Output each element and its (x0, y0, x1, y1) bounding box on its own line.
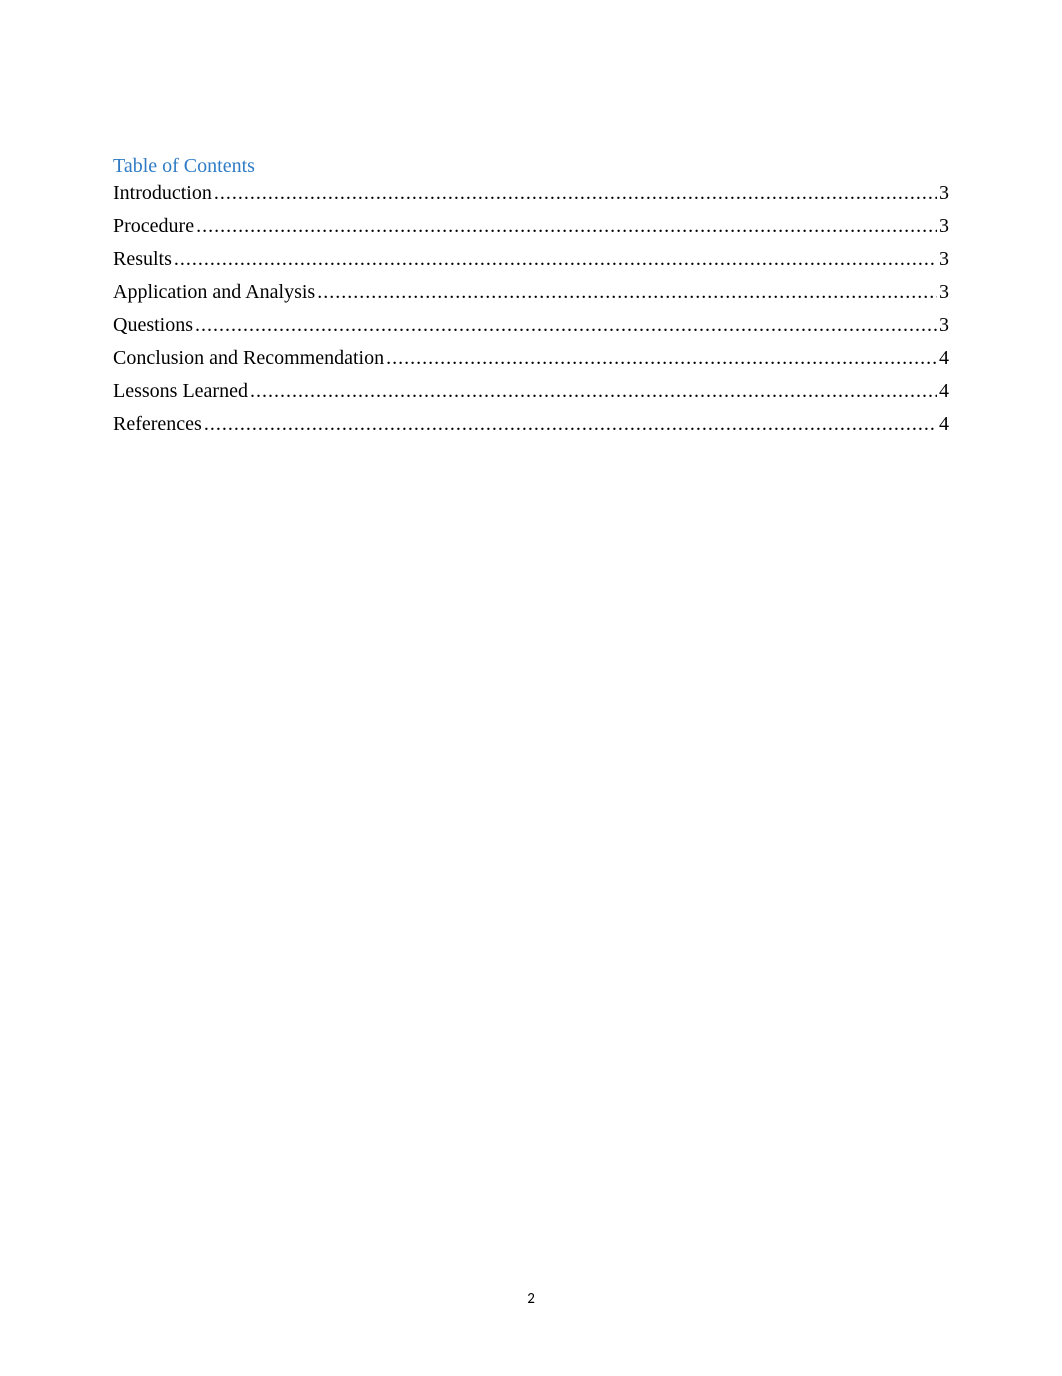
page-number: 2 (0, 1290, 1062, 1308)
toc-entry-page: 3 (939, 314, 949, 337)
toc-leader-dots (174, 248, 937, 271)
toc-entry-page: 4 (939, 380, 949, 403)
toc-entry[interactable]: Conclusion and Recommendation 4 (113, 347, 949, 370)
toc-entry-title: Introduction (113, 182, 212, 205)
toc-leader-dots (204, 413, 937, 436)
toc-entry-title: Lessons Learned (113, 380, 248, 403)
toc-entry-title: Application and Analysis (113, 281, 315, 304)
toc-leader-dots (250, 380, 937, 403)
toc-list: Introduction 3 Procedure 3 Results 3 App… (113, 182, 949, 436)
toc-leader-dots (195, 314, 937, 337)
toc-entry-title: Results (113, 248, 172, 271)
toc-entry-title: Procedure (113, 215, 194, 238)
toc-entry[interactable]: Lessons Learned 4 (113, 380, 949, 403)
toc-entry-page: 3 (939, 281, 949, 304)
toc-entry[interactable]: Questions 3 (113, 314, 949, 337)
toc-entry[interactable]: Application and Analysis 3 (113, 281, 949, 304)
toc-entry-page: 4 (939, 347, 949, 370)
toc-entry-title: Questions (113, 314, 193, 337)
toc-leader-dots (196, 215, 937, 238)
toc-leader-dots (214, 182, 937, 205)
toc-leader-dots (317, 281, 937, 304)
toc-entry[interactable]: References 4 (113, 413, 949, 436)
toc-entry-page: 3 (939, 182, 949, 205)
toc-heading: Table of Contents (113, 155, 949, 178)
toc-entry-title: References (113, 413, 202, 436)
document-page: Table of Contents Introduction 3 Procedu… (0, 0, 1062, 1376)
toc-entry[interactable]: Results 3 (113, 248, 949, 271)
toc-entry-page: 4 (939, 413, 949, 436)
toc-entry[interactable]: Introduction 3 (113, 182, 949, 205)
toc-entry-page: 3 (939, 248, 949, 271)
toc-entry-page: 3 (939, 215, 949, 238)
toc-entry-title: Conclusion and Recommendation (113, 347, 384, 370)
toc-entry[interactable]: Procedure 3 (113, 215, 949, 238)
toc-leader-dots (386, 347, 937, 370)
